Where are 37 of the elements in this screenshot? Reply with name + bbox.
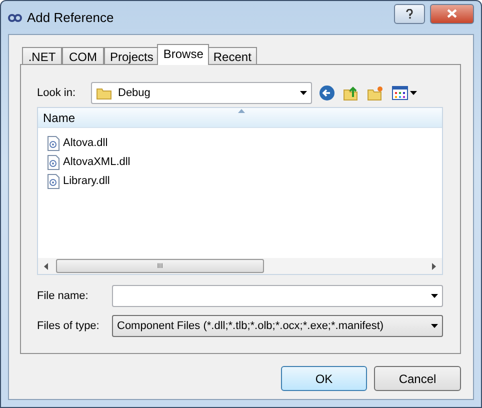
dll-file-icon xyxy=(47,154,60,170)
scroll-left-icon[interactable] xyxy=(44,262,48,270)
tab[interactable]: Browse xyxy=(157,44,210,65)
file-name-label: File name: xyxy=(37,290,90,302)
ok-button[interactable]: OK xyxy=(281,366,367,391)
cancel-button[interactable]: Cancel xyxy=(374,366,461,391)
files-of-type-label: Files of type: xyxy=(37,320,100,332)
file-name-field[interactable] xyxy=(112,285,443,307)
up-folder-icon[interactable] xyxy=(343,85,359,101)
dropdown-arrow-icon[interactable] xyxy=(300,91,307,95)
view-menu-icon[interactable] xyxy=(392,86,408,100)
file-name[interactable]: Library.dll xyxy=(63,175,110,187)
name-column-header[interactable]: Name xyxy=(38,108,442,128)
link-icon xyxy=(8,14,22,22)
tab[interactable]: Recent xyxy=(207,47,258,65)
tab[interactable]: .NET xyxy=(22,47,62,65)
file-type-dropdown[interactable]: Component Files (*.dll;*.tlb;*.olb;*.ocx;*.exe;*.manifest) xyxy=(112,315,443,337)
dll-file-icon xyxy=(47,136,60,150)
dropdown-arrow-icon[interactable] xyxy=(431,294,438,298)
window-title: Add Reference xyxy=(27,10,115,25)
look-in-dropdown[interactable]: Debug xyxy=(91,82,312,104)
close-button[interactable] xyxy=(430,4,474,24)
scroll-right-icon[interactable] xyxy=(432,262,436,270)
dropdown-arrow-icon[interactable] xyxy=(431,324,438,328)
file-name[interactable]: AltovaXML.dll xyxy=(63,156,130,168)
view-caret-icon[interactable] xyxy=(410,91,417,95)
file-name[interactable]: Altova.dll xyxy=(63,137,108,149)
dll-file-icon xyxy=(47,174,60,188)
help-icon xyxy=(406,8,413,18)
close-icon xyxy=(447,9,457,18)
look-in-label: Look in: xyxy=(37,87,77,99)
folder-icon xyxy=(96,86,112,100)
tab[interactable]: Projects xyxy=(104,47,160,65)
help-button[interactable] xyxy=(394,4,425,24)
back-icon[interactable] xyxy=(319,85,335,101)
tab[interactable]: COM xyxy=(62,47,104,65)
sort-arrow-icon xyxy=(238,109,245,113)
